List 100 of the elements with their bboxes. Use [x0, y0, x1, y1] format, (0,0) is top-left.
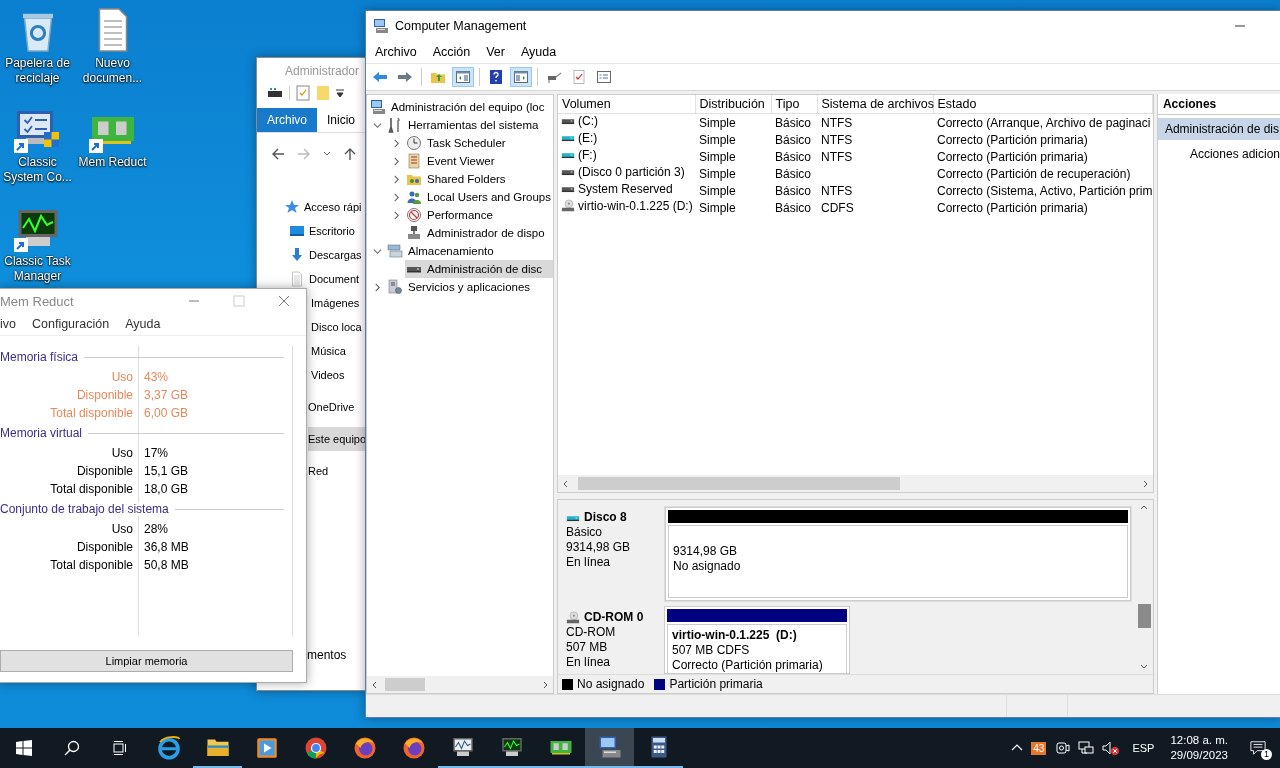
chevron-right-icon[interactable]	[391, 174, 401, 184]
monitor-graph-icon	[499, 735, 524, 759]
network-icon[interactable]	[1078, 740, 1095, 756]
scroll-right-icon[interactable]	[541, 680, 549, 689]
nav-item[interactable]: Acceso rápi	[284, 195, 362, 219]
chevron-down-icon[interactable]	[372, 246, 382, 256]
tree-item-label: Shared Folders	[426, 173, 507, 185]
menu-item[interactable]: Configuración	[32, 317, 110, 331]
column-header[interactable]: Distribución	[695, 95, 771, 114]
tree-item-label: Herramientas del sistema	[407, 119, 540, 131]
chevron-down-icon[interactable]	[372, 120, 382, 130]
ribbon-tab[interactable]: Inicio	[317, 108, 365, 132]
menu-item[interactable]: Acción	[432, 45, 471, 59]
stat-value: 6,00 GB	[143, 406, 189, 420]
chevron-right-icon[interactable]	[391, 138, 401, 148]
action-item[interactable]: Acciones adicion	[1157, 143, 1280, 165]
scroll-thumb[interactable]	[578, 477, 900, 490]
menu-item[interactable]: Ver	[486, 45, 505, 59]
legend-label: Partición primaria	[669, 677, 763, 691]
menu-item[interactable]: Archivo	[375, 45, 417, 59]
clean-memory-button[interactable]: Limpiar memoria	[0, 650, 293, 672]
disk-status: En línea	[566, 555, 612, 570]
nav-item[interactable]: OneDrive	[308, 395, 355, 419]
tree-item-label: Administrador de dispo	[426, 227, 546, 239]
menu-item[interactable]: ivo	[0, 317, 16, 331]
table-cell: (E:)	[561, 131, 598, 145]
chevron-right-icon[interactable]	[372, 282, 382, 292]
toolbar-button[interactable]	[510, 67, 532, 87]
nav-item[interactable]: Document	[289, 267, 360, 291]
scroll-up-icon[interactable]	[1140, 504, 1149, 512]
chevron-right-icon[interactable]	[391, 210, 401, 220]
tree-item[interactable]: Performance	[367, 206, 553, 224]
caret-icon[interactable]	[323, 150, 331, 158]
table-cell: Correcto (Arranque, Archivo de paginaci	[937, 115, 1151, 130]
nav-item[interactable]: Este equipo	[308, 427, 365, 451]
computer-management-icon	[597, 735, 622, 759]
partition-block[interactable]: virtio-win-0.1.225 (D:) 507 MB CDFS Correcto (Partición primaria)	[664, 606, 850, 674]
nav-item[interactable]: Disco loca	[311, 315, 362, 339]
scroll-down-icon[interactable]	[1140, 662, 1149, 670]
scroll-left-icon[interactable]	[562, 479, 570, 488]
nav-item[interactable]: Red	[308, 459, 329, 483]
column-header[interactable]: Sistema de archivos	[817, 95, 933, 114]
tree-item[interactable]: Herramientas del sistema	[367, 116, 553, 134]
window-title: Mem Reduct	[0, 293, 74, 309]
speaker-muted-icon[interactable]	[1102, 740, 1121, 756]
nav-item[interactable]: Descargas	[289, 243, 362, 267]
scroll-left-icon[interactable]	[371, 680, 379, 689]
stat-label: Uso	[110, 446, 133, 460]
disk-name: Disco 8	[584, 510, 627, 525]
tree-item[interactable]: Event Viewer	[367, 152, 553, 170]
tree-item[interactable]: Servicios y aplicaciones	[367, 278, 553, 296]
toolbar-button[interactable]	[452, 67, 474, 87]
column-header[interactable]: Estado	[933, 95, 1153, 114]
partition-block[interactable]: 9314,98 GB No asignado	[665, 507, 1131, 601]
stat-value: 36,8 MB	[143, 540, 189, 554]
nav-item[interactable]: Escritorio	[289, 219, 355, 243]
tree-item[interactable]: Local Users and Groups	[367, 188, 553, 206]
dropdown-icon[interactable]	[336, 88, 344, 98]
column-header[interactable]: Tipo	[771, 95, 817, 114]
scroll-thumb[interactable]	[1137, 604, 1151, 628]
tree-item[interactable]: Administración del equipo (loc	[367, 98, 553, 116]
notification-button[interactable]: 1	[1244, 730, 1272, 766]
back-arrow-icon[interactable]	[271, 147, 285, 161]
nav-item[interactable]: Imágenes	[311, 291, 360, 315]
desktop-shortcut[interactable]: Mem Reduct	[75, 105, 150, 170]
partition-detail: 507 MB CDFS	[672, 643, 751, 658]
action-item[interactable]: Administración de dis	[1157, 118, 1280, 140]
camera-icon[interactable]	[1054, 740, 1071, 756]
column-header[interactable]: Volumen	[558, 95, 695, 114]
language-indicator[interactable]: ESP	[1132, 742, 1155, 754]
table-cell: Simple	[699, 166, 736, 181]
nav-item[interactable]: Música	[311, 339, 346, 363]
stat-value: 18,0 GB	[143, 482, 189, 496]
cd-drive-icon	[561, 199, 575, 213]
tree-item[interactable]: Task Scheduler	[367, 134, 553, 152]
chevron-right-icon[interactable]	[391, 156, 401, 166]
nav-item[interactable]: Videos	[311, 363, 345, 387]
horizontal-scrollbar[interactable]	[558, 475, 1153, 492]
close-icon[interactable]	[278, 295, 290, 307]
task-view-icon	[112, 740, 128, 756]
horizontal-scrollbar[interactable]	[367, 676, 553, 693]
menu-item[interactable]: Ayuda	[521, 45, 557, 59]
tree-item[interactable]: Shared Folders	[367, 170, 553, 188]
up-arrow-icon[interactable]	[343, 147, 357, 161]
menu-item[interactable]: Ayuda	[125, 317, 161, 331]
desktop-shortcut[interactable]: Papelera de reciclaje	[0, 6, 75, 86]
pane-icon	[513, 69, 529, 85]
tree-item[interactable]: Administrador de dispo	[367, 224, 553, 242]
desktop-shortcut[interactable]: Classic System Co...	[0, 105, 75, 185]
scroll-thumb[interactable]	[385, 678, 425, 691]
ribbon-tab[interactable]: Archivo	[257, 108, 317, 132]
partition-title: virtio-win-0.1.225 (D:)	[672, 628, 798, 643]
desktop-shortcut[interactable]: Nuevo documen...	[75, 6, 150, 86]
users-icon	[406, 189, 422, 205]
tree-item[interactable]: Almacenamiento	[367, 242, 553, 260]
checklist-icon[interactable]	[296, 85, 310, 101]
windows-logo-icon	[16, 740, 32, 756]
chevron-right-icon[interactable]	[391, 192, 401, 202]
table-cell: Simple	[699, 200, 736, 215]
clock[interactable]: 12:08 a. m. 29/09/2023	[1170, 733, 1228, 763]
